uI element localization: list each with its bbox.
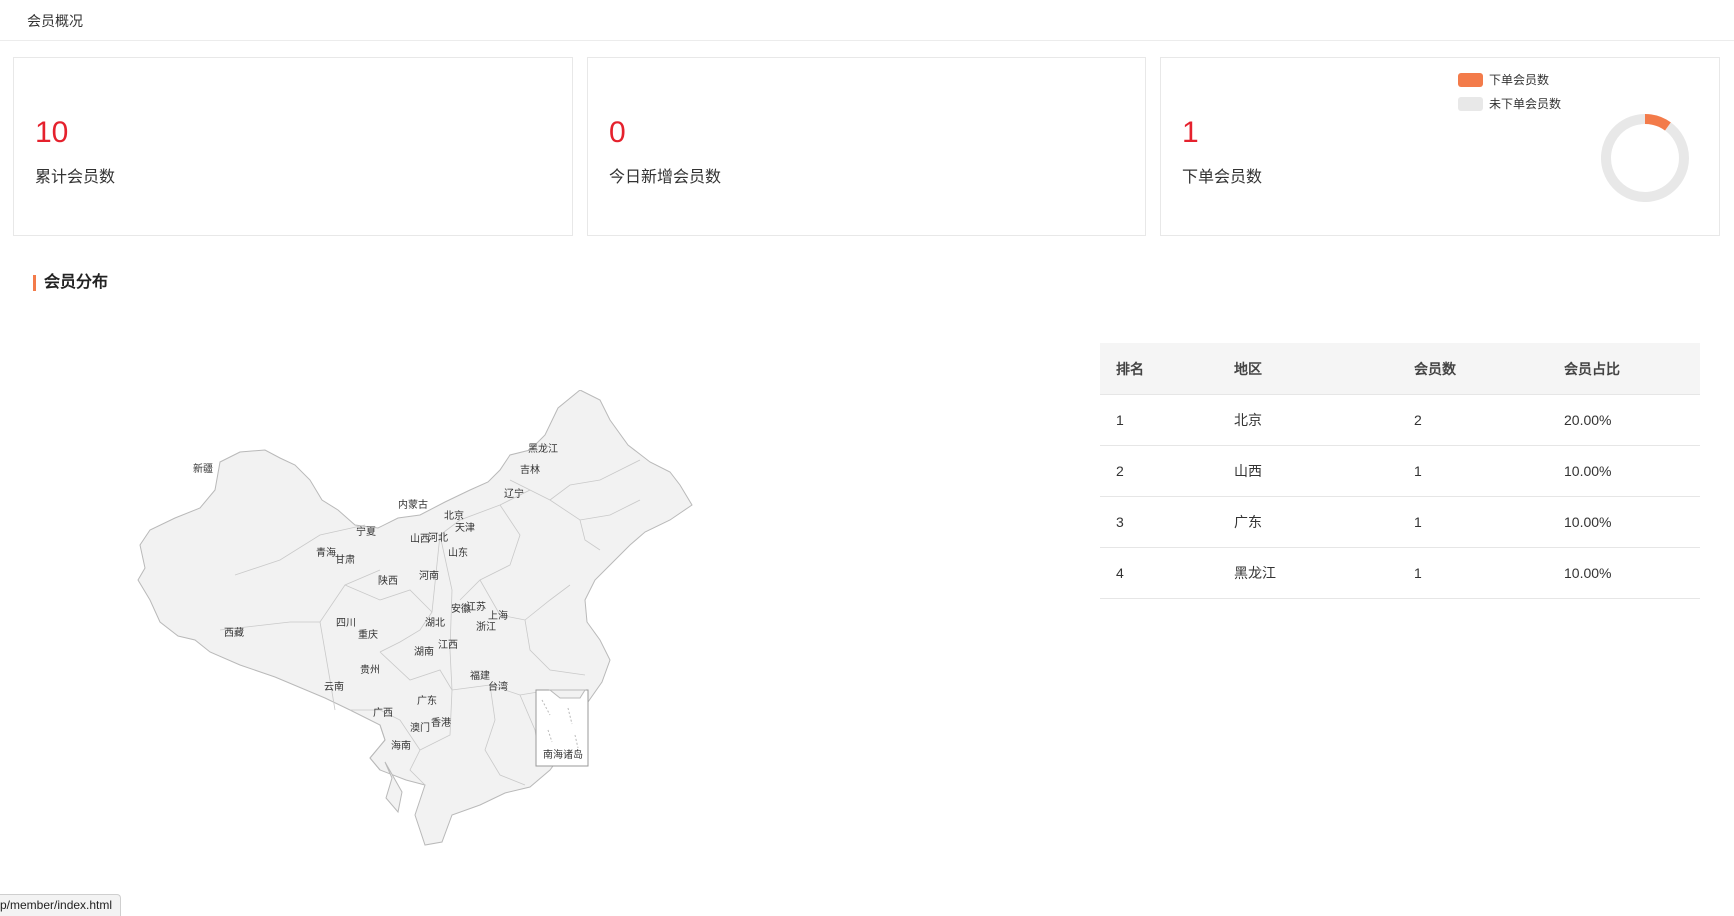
ordering-members-card: 1 下单会员数 下单会员数 未下单会员数 [1160, 57, 1720, 236]
column-header-member-ratio[interactable]: 会员占比 [1548, 343, 1700, 395]
cell-rank: 4 [1100, 547, 1218, 599]
cell-member-ratio: 10.00% [1548, 547, 1700, 599]
province-label[interactable]: 宁夏 [356, 525, 376, 538]
china-map-svg: 新疆西藏青海甘肃宁夏内蒙古黑龙江吉林辽宁北京天津河北山西山东陕西 河南江苏安徽上海… [137, 390, 693, 846]
browser-status-url: p/member/index.html [0, 894, 122, 916]
total-members-card: 10 累计会员数 [13, 57, 573, 236]
column-header-rank[interactable]: 排名 [1100, 343, 1218, 395]
province-label[interactable]: 吉林 [520, 463, 540, 476]
province-label[interactable]: 香港 [431, 717, 451, 729]
province-label[interactable]: 上海 [488, 609, 508, 622]
legend-item-ordered[interactable]: 下单会员数 [1458, 71, 1549, 88]
province-label[interactable]: 湖南 [414, 645, 434, 658]
total-members-value: 10 [35, 116, 69, 149]
cell-member-count: 1 [1398, 445, 1548, 497]
cell-region: 山西 [1218, 445, 1398, 497]
province-label[interactable]: 甘肃 [335, 553, 355, 566]
province-label[interactable]: 辽宁 [504, 487, 524, 500]
china-member-map: 新疆 西藏 青海 甘肃 宁夏 内蒙古 黑龙江 吉林 辽宁 北京 天津 河北 山西 山东 陕西 河南 江苏 安徽 上海… [80, 390, 700, 850]
cell-member-ratio: 20.00% [1548, 394, 1700, 446]
table-header-row: 排名 地区 会员数 会员占比 [1100, 343, 1700, 395]
province-label[interactable]: 澳门 [410, 721, 430, 734]
ordering-members-value: 1 [1182, 116, 1199, 149]
province-label[interactable]: 安徽 [451, 602, 471, 615]
cell-rank: 1 [1100, 394, 1218, 446]
legend-label-not-ordered: 未下单会员数 [1489, 97, 1562, 111]
province-label[interactable]: 广东 [417, 694, 437, 707]
cell-member-count: 1 [1398, 496, 1548, 548]
province-label[interactable]: 重庆 [358, 628, 378, 641]
province-label[interactable]: 台湾 [488, 680, 508, 693]
donut-slice-not-ordered[interactable] [1601, 114, 1689, 202]
cell-member-ratio: 10.00% [1548, 445, 1700, 497]
province-label[interactable]: 河南 [419, 569, 439, 582]
ordering-members-label: 下单会员数 [1182, 169, 1263, 186]
new-members-today-card: 0 今日新增会员数 [587, 57, 1146, 236]
province-label[interactable]: 海南 [391, 739, 411, 752]
province-label[interactable]: 湖北 [425, 617, 445, 629]
province-label[interactable]: 内蒙古 [398, 498, 428, 511]
province-label[interactable]: 河北 [428, 532, 448, 544]
province-label[interactable]: 山东 [448, 546, 468, 559]
province-label[interactable]: 陕西 [378, 574, 398, 587]
province-label[interactable]: 天津 [455, 522, 475, 534]
province-label[interactable]: 青海 [316, 546, 336, 559]
cell-region: 黑龙江 [1218, 547, 1398, 599]
top-bar: 会员概况 [0, 0, 1734, 41]
cell-member-ratio: 10.00% [1548, 496, 1700, 548]
new-members-today-label: 今日新增会员数 [609, 169, 722, 186]
column-header-region[interactable]: 地区 [1218, 343, 1398, 395]
cell-member-count: 1 [1398, 547, 1548, 599]
member-ranking-table: 排名 地区 会员数 会员占比 1 北京 2 20.00% 2 山西 1 10.0… [1100, 343, 1700, 599]
legend-swatch-not-ordered [1458, 96, 1483, 111]
china-map-outline[interactable] [137, 390, 693, 846]
table-row: 1 北京 2 20.00% [1100, 394, 1700, 446]
province-label[interactable]: 福建 [470, 669, 490, 682]
province-label[interactable]: 贵州 [360, 663, 380, 676]
legend-swatch-ordered [1458, 72, 1483, 87]
total-members-label: 累计会员数 [35, 169, 116, 186]
donut-slice-ordered[interactable] [1644, 114, 1671, 131]
section-title-member-distribution: 会员分布 [33, 274, 108, 292]
table-row: 4 黑龙江 1 10.00% [1100, 547, 1700, 599]
new-members-today-value: 0 [609, 116, 626, 149]
inset-label-south-china-sea: 南海诸岛 [543, 748, 583, 761]
legend-label-ordered: 下单会员数 [1489, 73, 1550, 87]
page-title: 会员概况 [27, 13, 83, 29]
province-label[interactable]: 四川 [336, 618, 356, 629]
column-header-member-count[interactable]: 会员数 [1398, 343, 1548, 395]
cell-member-count: 2 [1398, 394, 1548, 446]
province-label[interactable]: 山西 [410, 533, 430, 545]
legend-item-not-ordered[interactable]: 未下单会员数 [1458, 95, 1561, 112]
province-label[interactable]: 云南 [324, 680, 344, 693]
cell-rank: 2 [1100, 445, 1218, 497]
province-label[interactable]: 黑龙江 [528, 442, 558, 455]
province-label[interactable]: 北京 [444, 509, 464, 522]
cell-region: 广东 [1218, 496, 1398, 548]
table-row: 2 山西 1 10.00% [1100, 445, 1700, 497]
province-label[interactable]: 新疆 [193, 462, 213, 475]
province-label[interactable]: 西藏 [224, 627, 244, 639]
province-label[interactable]: 江西 [438, 639, 458, 651]
cell-region: 北京 [1218, 394, 1398, 446]
cell-rank: 3 [1100, 496, 1218, 548]
province-label[interactable]: 浙江 [476, 621, 496, 633]
table-row: 3 广东 1 10.00% [1100, 496, 1700, 548]
ordered-members-donut-chart [1601, 114, 1689, 202]
province-label[interactable]: 广西 [373, 707, 393, 719]
